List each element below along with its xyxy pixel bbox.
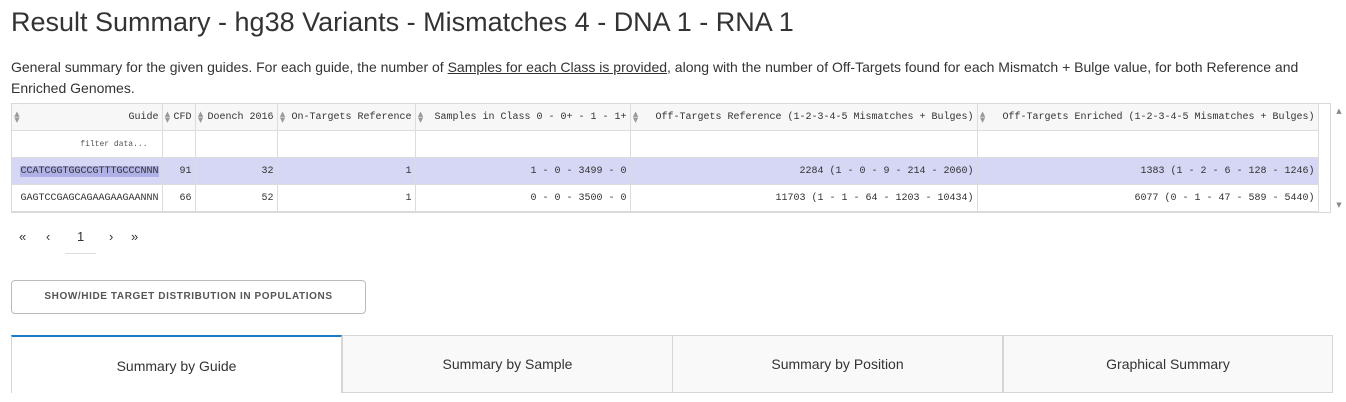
column-header-label: On-Targets Reference bbox=[291, 111, 412, 123]
sort-arrows-icon[interactable]: ▲ ▼ bbox=[14, 111, 20, 124]
filter-input-off-targets-reference[interactable] bbox=[630, 130, 978, 158]
table-row[interactable]: CCATCGGTGGCCGTTTGCCCNNN 91 32 1 1 - 0 - … bbox=[12, 157, 1319, 185]
last-page-button[interactable]: » bbox=[131, 229, 138, 244]
sort-arrows-icon[interactable]: ▲ ▼ bbox=[280, 111, 286, 124]
table-cell-off-targets-reference: 2284 (1 - 0 - 9 - 214 - 2060) bbox=[630, 157, 978, 185]
column-header-label: CFD bbox=[173, 111, 192, 123]
column-header-off-targets-enriched[interactable]: ▲ ▼ Off-Targets Enriched (1-2-3-4-5 Mismat… bbox=[977, 104, 1319, 131]
filter-input-samples-class[interactable] bbox=[415, 130, 631, 158]
sort-arrows-icon[interactable]: ▲ ▼ bbox=[165, 111, 171, 124]
table-header-row: ▲ ▼ Guide ▲ ▼ CFD ▲ ▼ Doench 2016 ▲ ▼ On-Targets… bbox=[12, 104, 1319, 131]
column-header-cfd[interactable]: ▲ ▼ CFD bbox=[162, 104, 196, 131]
description-text-start: General summary for the given guides. Fo… bbox=[11, 59, 448, 75]
next-page-button[interactable]: › bbox=[109, 229, 113, 244]
column-header-label: Off-Targets Reference (1-2-3-4-5 Mismatc… bbox=[655, 111, 974, 123]
toggle-target-distribution-button[interactable]: SHOW/HIDE TARGET DISTRIBUTION IN POPULAT… bbox=[11, 280, 366, 314]
table-row[interactable]: GAGTCCGAGCAGAAGAAGAANNN 66 52 1 0 - 0 - … bbox=[12, 184, 1319, 212]
summary-table-container: ▲ ▼ Guide ▲ ▼ CFD ▲ ▼ Doench 2016 ▲ ▼ On-Targets… bbox=[11, 103, 1331, 213]
first-page-button[interactable]: « bbox=[19, 229, 26, 244]
tab-summary-by-sample[interactable]: Summary by Sample bbox=[342, 335, 673, 393]
table-cell-off-targets-reference: 11703 (1 - 1 - 64 - 1203 - 10434) bbox=[630, 184, 978, 212]
current-page-button[interactable]: 1 bbox=[65, 229, 97, 254]
tab-graphical-summary[interactable]: Graphical Summary bbox=[1003, 335, 1333, 393]
sort-arrows-icon[interactable]: ▲ ▼ bbox=[418, 111, 424, 124]
table-cell-on-targets: 1 bbox=[277, 157, 416, 185]
table-cell-off-targets-enriched: 6077 (0 - 1 - 47 - 589 - 5440) bbox=[977, 184, 1319, 212]
filter-input-doench[interactable] bbox=[195, 130, 278, 158]
table-cell-cfd: 91 bbox=[162, 157, 196, 185]
column-header-label: Guide bbox=[128, 111, 159, 123]
column-header-off-targets-reference[interactable]: ▲ ▼ Off-Targets Reference (1-2-3-4-5 Misma… bbox=[630, 104, 978, 131]
tab-summary-by-guide[interactable]: Summary by Guide bbox=[11, 335, 342, 393]
sort-arrows-icon[interactable]: ▲ ▼ bbox=[198, 111, 204, 124]
column-header-label: Doench 2016 bbox=[207, 111, 274, 123]
column-header-label: Samples in Class 0 - 0+ - 1 - 1+ bbox=[434, 111, 627, 123]
previous-page-button[interactable]: ‹ bbox=[46, 229, 50, 244]
page-title: Result Summary - hg38 Variants - Mismatc… bbox=[11, 7, 794, 37]
guide-sequence: CCATCGGTGGCCGTTTGCCCNNN bbox=[20, 165, 159, 177]
filter-input-off-targets-enriched[interactable] bbox=[977, 130, 1319, 158]
table-cell-samples-class: 0 - 0 - 3500 - 0 bbox=[415, 184, 631, 212]
filter-input-cfd[interactable] bbox=[162, 130, 196, 158]
table-vertical-scrollbar[interactable]: ▲ ▼ bbox=[1334, 103, 1344, 213]
column-header-guide[interactable]: ▲ ▼ Guide bbox=[12, 104, 163, 131]
page-description: General summary for the given guides. Fo… bbox=[11, 57, 1331, 99]
page: Result Summary - hg38 Variants - Mismatc… bbox=[0, 0, 1346, 402]
column-header-label: Off-Targets Enriched (1-2-3-4-5 Mismatch… bbox=[1002, 111, 1315, 123]
table-cell-off-targets-enriched: 1383 (1 - 2 - 6 - 128 - 1246) bbox=[977, 157, 1319, 185]
column-header-samples-class[interactable]: ▲ ▼ Samples in Class 0 - 0+ - 1 - 1+ bbox=[415, 104, 631, 131]
sort-arrows-icon[interactable]: ▲ ▼ bbox=[980, 111, 986, 124]
scroll-up-icon[interactable]: ▲ bbox=[1334, 107, 1344, 115]
column-header-doench[interactable]: ▲ ▼ Doench 2016 bbox=[195, 104, 278, 131]
table-cell-doench: 32 bbox=[195, 157, 278, 185]
tab-summary-by-position[interactable]: Summary by Position bbox=[672, 335, 1003, 393]
table-cell-doench: 52 bbox=[195, 184, 278, 212]
table-cell-guide[interactable]: GAGTCCGAGCAGAAGAAGAANNN bbox=[12, 184, 163, 212]
table-filter-row: filter data... bbox=[12, 130, 1319, 158]
table-cell-guide[interactable]: CCATCGGTGGCCGTTTGCCCNNN bbox=[12, 157, 163, 185]
summary-table: ▲ ▼ Guide ▲ ▼ CFD ▲ ▼ Doench 2016 ▲ ▼ On-Targets… bbox=[12, 104, 1319, 212]
column-header-on-targets[interactable]: ▲ ▼ On-Targets Reference bbox=[277, 104, 416, 131]
table-cell-on-targets: 1 bbox=[277, 184, 416, 212]
table-cell-cfd: 66 bbox=[162, 184, 196, 212]
samples-class-link[interactable]: Samples for each Class is provided bbox=[448, 59, 667, 75]
filter-input-on-targets[interactable] bbox=[277, 130, 416, 158]
scroll-down-icon[interactable]: ▼ bbox=[1334, 201, 1344, 209]
summary-tabs: Summary by Guide Summary by Sample Summa… bbox=[11, 335, 1333, 402]
filter-input-guide[interactable]: filter data... bbox=[12, 130, 163, 158]
table-cell-samples-class: 1 - 0 - 3499 - 0 bbox=[415, 157, 631, 185]
sort-arrows-icon[interactable]: ▲ ▼ bbox=[633, 111, 639, 124]
